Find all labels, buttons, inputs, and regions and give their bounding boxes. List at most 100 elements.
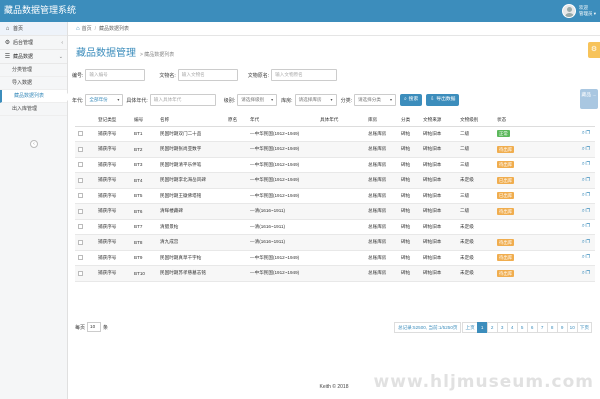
list-icon: ☰ xyxy=(4,53,11,60)
table-row[interactable]: 捕获序号 BT4 民国时期李北海岳风碑 —中华民国(1912~1949) 总账库房 碑帖碑… xyxy=(75,172,595,189)
table-cell-type: 捕获序号 xyxy=(95,219,131,235)
copy-icon[interactable]: ❐ xyxy=(586,208,591,214)
float-panel-button[interactable]: 藏品 ... xyxy=(580,89,598,109)
copy-icon[interactable]: ❐ xyxy=(586,161,591,167)
copy-icon[interactable]: ❐ xyxy=(586,270,591,276)
table-row[interactable]: 捕获序号 BT6 清晖楼藏碑 —清(1616~1911) 总账库房 碑帖 碑帖旧本 二级 待出库… xyxy=(75,203,595,220)
era-select[interactable]: 全部年份 ▾ xyxy=(85,94,124,106)
row-checkbox[interactable] xyxy=(78,177,83,183)
watermark: www.hljmuseum.com xyxy=(373,372,594,392)
table-cell-chk xyxy=(75,157,95,173)
column-header[interactable]: 分类 xyxy=(398,114,420,127)
status-badge: 已出库 xyxy=(497,192,515,200)
copy-icon[interactable]: ❐ xyxy=(586,254,591,260)
table-cell-orig xyxy=(225,172,247,189)
app-title: 藏品数据管理系统 xyxy=(4,5,77,15)
search-button[interactable]: ⌕ 搜索 xyxy=(399,94,423,106)
caret-down-icon: ▾ xyxy=(271,97,274,102)
level-select[interactable]: 请选择级别 ▾ xyxy=(237,94,278,106)
sidebar-item-collection[interactable]: ☰ 藏品数据 ⌄ xyxy=(0,50,67,64)
sidebar-item-home[interactable]: ⌂ 首页 xyxy=(0,22,67,36)
table-cell-level: 二级 xyxy=(457,141,494,158)
table-cell-orig xyxy=(225,250,247,266)
table-cell-orig xyxy=(225,188,247,204)
name-input[interactable]: 输入文物名 xyxy=(177,69,238,81)
table-cell-store: 总账库房 xyxy=(365,126,398,142)
user-info[interactable]: 欢迎 管理员 ▾ xyxy=(579,5,596,17)
copy-icon[interactable]: ❐ xyxy=(586,130,591,136)
table-cell-type: 捕获序号 xyxy=(95,234,131,251)
export-button[interactable]: ⇩ 导出数据 xyxy=(426,94,460,106)
user-menu[interactable]: 欢迎 管理员 ▾ xyxy=(561,2,596,20)
row-checkbox[interactable] xyxy=(78,193,83,199)
column-header[interactable]: 年代 xyxy=(247,114,317,127)
caret-down-icon: ▾ xyxy=(389,97,392,102)
row-checkbox[interactable] xyxy=(78,146,83,152)
home-icon[interactable]: ⌂ xyxy=(76,26,80,32)
table-cell-chk xyxy=(75,203,95,220)
row-checkbox[interactable] xyxy=(78,162,83,168)
column-header[interactable]: 名称 xyxy=(157,114,225,127)
column-header[interactable]: 文物来源 xyxy=(420,114,457,127)
sidebar-item-label: 后台管理 xyxy=(13,39,34,46)
table-cell-src: 碑帖旧本 xyxy=(420,234,457,251)
row-checkbox[interactable] xyxy=(78,224,83,230)
sidebar-subitem-inout[interactable]: 出入库管理 xyxy=(0,103,67,116)
column-header[interactable]: 原名 xyxy=(225,114,247,127)
copy-icon[interactable]: ❐ xyxy=(586,192,591,198)
table-cell-no: BT9 xyxy=(131,250,157,266)
table-row[interactable]: 捕获序号 BT2 民国时期张尚亚数字 —中华民国(1912~1949) 总账库房 碑帖 碑帖… xyxy=(75,141,595,158)
table-cell-no: BT6 xyxy=(131,203,157,220)
table-cell-ops: ⌕❐ xyxy=(536,219,595,235)
column-header[interactable]: 库房 xyxy=(365,114,398,127)
row-checkbox[interactable] xyxy=(78,255,83,261)
row-checkbox[interactable] xyxy=(78,239,83,245)
table-cell-status: 待出库 xyxy=(494,157,536,173)
column-header[interactable]: 文物级别 xyxy=(457,114,494,127)
settings-button[interactable]: ⚙ xyxy=(588,42,600,58)
original-name-input[interactable]: 输入文物原名 xyxy=(271,69,338,81)
sidebar-subitem-list[interactable]: 藏品数据列表 xyxy=(0,90,68,103)
copy-icon[interactable]: ❐ xyxy=(586,223,591,229)
table-cell-level: 未定级 xyxy=(457,265,494,282)
table-row[interactable]: 捕获序号 BT5 民国时期王徽佛塔铭 —中华民国(1912~1949) 总账库房 碑帖 碑帖… xyxy=(75,188,595,204)
sidebar-subitem-category[interactable]: 分类管理 xyxy=(0,64,67,77)
row-checkbox[interactable] xyxy=(78,208,83,214)
table-row[interactable]: 捕获序号 BT7 清腊景帖 —清(1616~1911) 总账库房 碑帖 碑帖旧本 未定级 ⌕❐ xyxy=(75,219,595,235)
breadcrumb-current: 藏品数据列表 xyxy=(99,26,130,32)
breadcrumb-root[interactable]: 首页 xyxy=(82,25,92,32)
collapse-sidebar-button[interactable]: ‹ xyxy=(30,140,38,148)
copy-icon[interactable]: ❐ xyxy=(586,177,591,183)
table-row[interactable]: 捕获序号 BT1 民国时期双门二十品 —中华民国(1912~1949) 总账库房 碑帖 碑帖… xyxy=(75,126,595,142)
pagination-prev[interactable]: 上页 xyxy=(462,322,478,333)
table-cell-no: BT5 xyxy=(131,188,157,204)
copy-icon[interactable]: ❐ xyxy=(586,146,591,152)
column-header[interactable]: 具体年代 xyxy=(317,114,365,127)
sidebar-item-admin[interactable]: ⚙ 后台管理 ‹ xyxy=(0,36,67,50)
avatar[interactable] xyxy=(561,4,576,18)
table-row[interactable]: 捕获序号 BT8 清九成宫 —清(1616~1911) 总账库房 碑帖 碑帖旧本 未定级 待出库… xyxy=(75,234,595,251)
sidebar-subitem-import[interactable]: 导入数据 xyxy=(0,77,67,90)
row-checkbox[interactable] xyxy=(78,131,83,137)
table-row[interactable]: 捕获序号 BT9 民国时期真草千字帖 —中华民国(1912~1949) 总账库房 碑帖 碑帖… xyxy=(75,250,595,266)
table-cell-orig xyxy=(225,203,247,220)
table-row[interactable]: 捕获序号 BT10 民国时期苏孝慈墓志铭 —中华民国(1912~1949) 总账库房 碑帖… xyxy=(75,265,595,282)
table-cell-store: 总账库房 xyxy=(365,219,398,235)
table-cell-name: 清九成宫 xyxy=(157,234,225,251)
number-input[interactable]: 输入编号 xyxy=(85,69,146,81)
table-cell-type: 捕获序号 xyxy=(95,250,131,266)
store-select[interactable]: 请选择库房 ▾ xyxy=(294,94,337,106)
column-header xyxy=(536,114,595,127)
table-cell-no: BT3 xyxy=(131,157,157,173)
column-header[interactable]: 编号 xyxy=(131,114,157,127)
era-detail-input[interactable]: 输入具体年代 xyxy=(149,94,216,106)
table-row[interactable]: 捕获序号 BT3 民国时期清平乐伴笔 —中华民国(1912~1949) 总账库房 碑帖 碑帖… xyxy=(75,157,595,173)
category-select[interactable]: 请选择分类 ▾ xyxy=(353,94,396,106)
pagination-next[interactable]: 下页 xyxy=(576,322,592,333)
copy-icon[interactable]: ❐ xyxy=(586,239,591,245)
filter-row-2: 年代: 全部年份 ▾ 具体年代: 输入具体年代 级别: 请选择级别 ▾ 库房: 请选… xyxy=(72,94,460,106)
per-page-input[interactable]: 10 xyxy=(87,322,102,332)
column-header[interactable]: 登记类型 xyxy=(95,114,131,127)
column-header[interactable]: 状态 xyxy=(494,114,536,127)
row-checkbox[interactable] xyxy=(78,270,83,276)
